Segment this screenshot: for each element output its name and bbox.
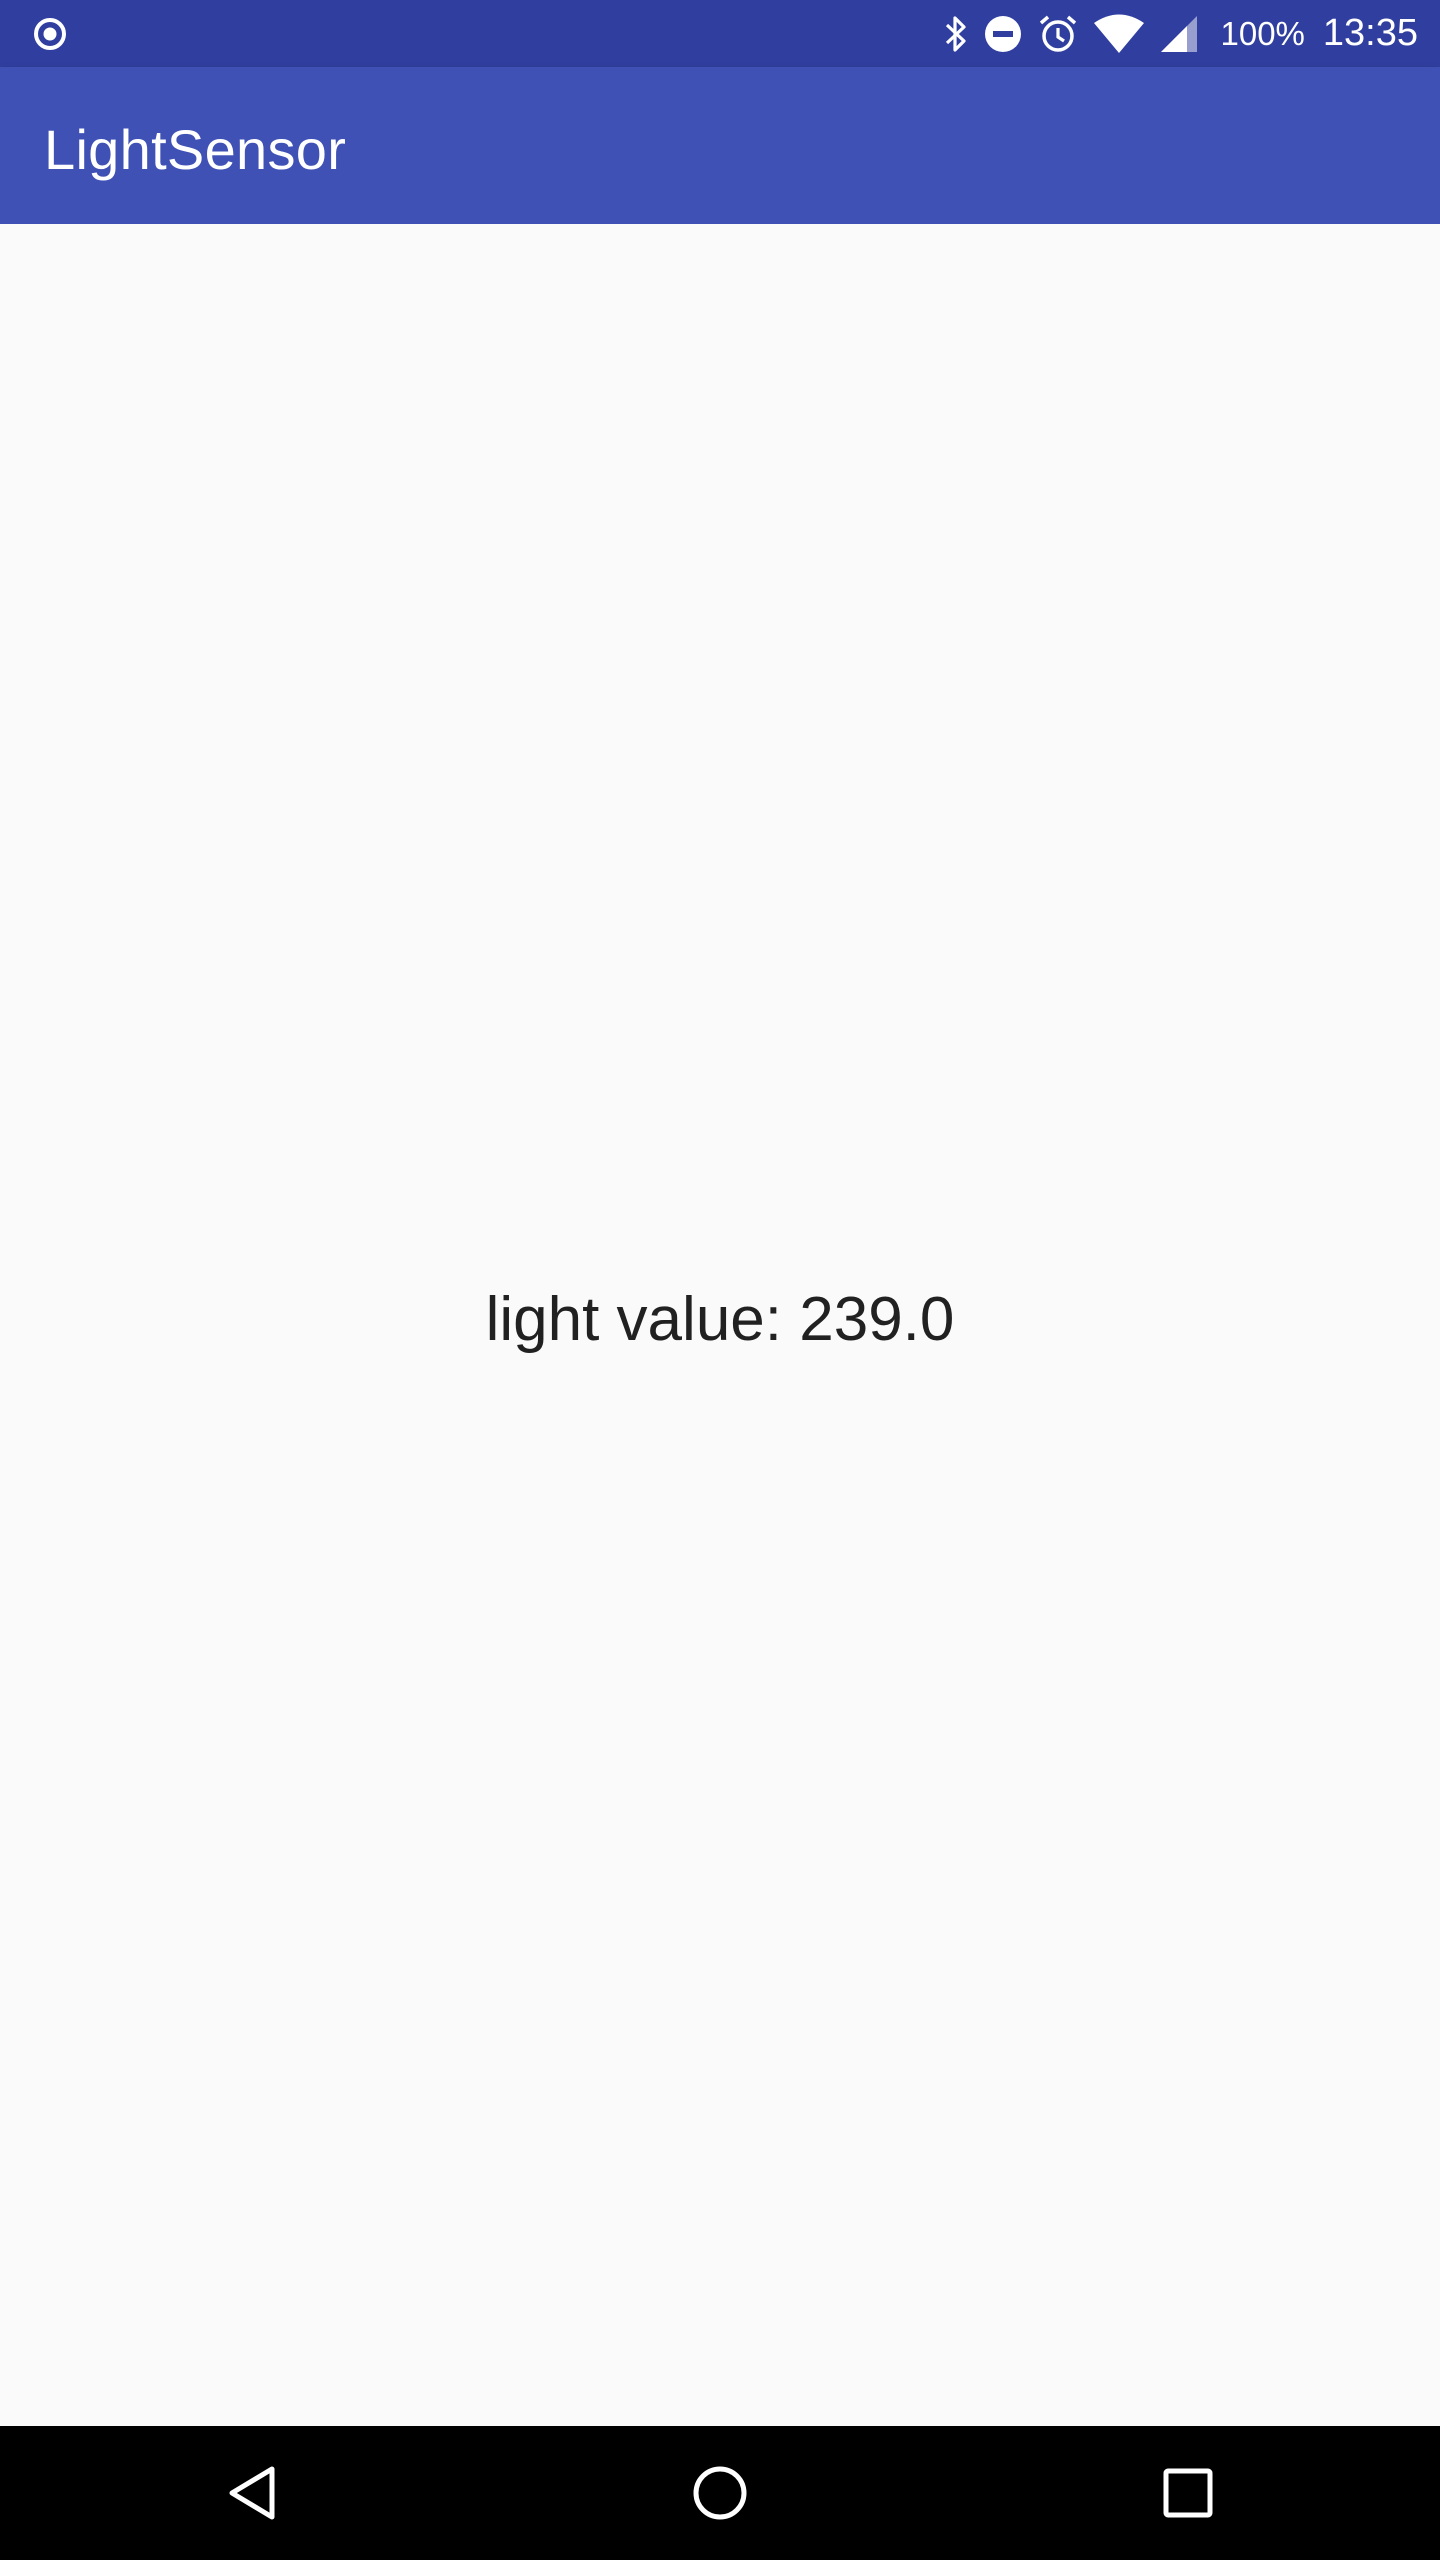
status-bar: 100% 13:35: [0, 0, 1440, 67]
navigation-bar: [0, 2426, 1440, 2560]
back-button[interactable]: [212, 2453, 292, 2533]
app-title: LightSensor: [44, 118, 347, 181]
record-icon: [34, 18, 66, 50]
main-content: light value: 239.0: [0, 224, 1440, 2426]
recents-icon: [1163, 2468, 1213, 2518]
alarm-icon: [1039, 15, 1076, 52]
app-bar: LightSensor: [0, 67, 1440, 224]
battery-level: 100%: [1220, 14, 1305, 52]
bluetooth-icon: [945, 15, 966, 52]
status-icons: 100% 13:35: [943, 0, 1418, 67]
light-value-text: light value: 239.0: [485, 1285, 955, 1354]
home-button[interactable]: [680, 2453, 760, 2533]
cell-signal-icon: [1160, 15, 1197, 52]
wifi-icon: [1093, 14, 1144, 53]
back-icon: [229, 2466, 275, 2520]
do-not-disturb-icon: [984, 15, 1021, 52]
home-icon: [693, 2466, 747, 2520]
clock: 13:35: [1322, 12, 1418, 54]
recents-button[interactable]: [1148, 2453, 1228, 2533]
